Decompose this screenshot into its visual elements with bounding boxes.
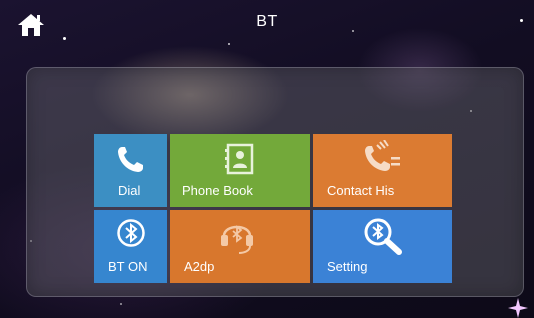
bluetooth-icon bbox=[117, 219, 145, 247]
bluetooth-search-icon bbox=[364, 218, 402, 255]
contact-history-button[interactable]: Contact His bbox=[313, 134, 452, 207]
contact-book-icon bbox=[225, 143, 254, 175]
dial-button[interactable]: Dial bbox=[94, 134, 167, 207]
background-star bbox=[228, 43, 230, 45]
call-log-icon bbox=[365, 140, 400, 171]
top-bar: BT bbox=[0, 0, 534, 40]
dial-label: Dial bbox=[118, 183, 141, 198]
phone-handset-icon bbox=[118, 147, 143, 172]
setting-button[interactable]: Setting bbox=[313, 210, 452, 283]
background-star bbox=[120, 303, 122, 305]
bt-on-label: BT ON bbox=[108, 259, 148, 274]
a2dp-label: A2dp bbox=[184, 259, 215, 274]
contact-history-label: Contact His bbox=[327, 183, 395, 198]
sparkle-icon bbox=[508, 298, 528, 318]
page-title: BT bbox=[256, 13, 278, 30]
phone-book-label: Phone Book bbox=[182, 183, 253, 198]
bt-on-button[interactable]: BT ON bbox=[94, 210, 167, 283]
bluetooth-headset-icon bbox=[221, 225, 253, 254]
a2dp-button[interactable]: A2dp bbox=[170, 210, 310, 283]
phone-book-button[interactable]: Phone Book bbox=[170, 134, 310, 207]
setting-label: Setting bbox=[327, 259, 368, 274]
